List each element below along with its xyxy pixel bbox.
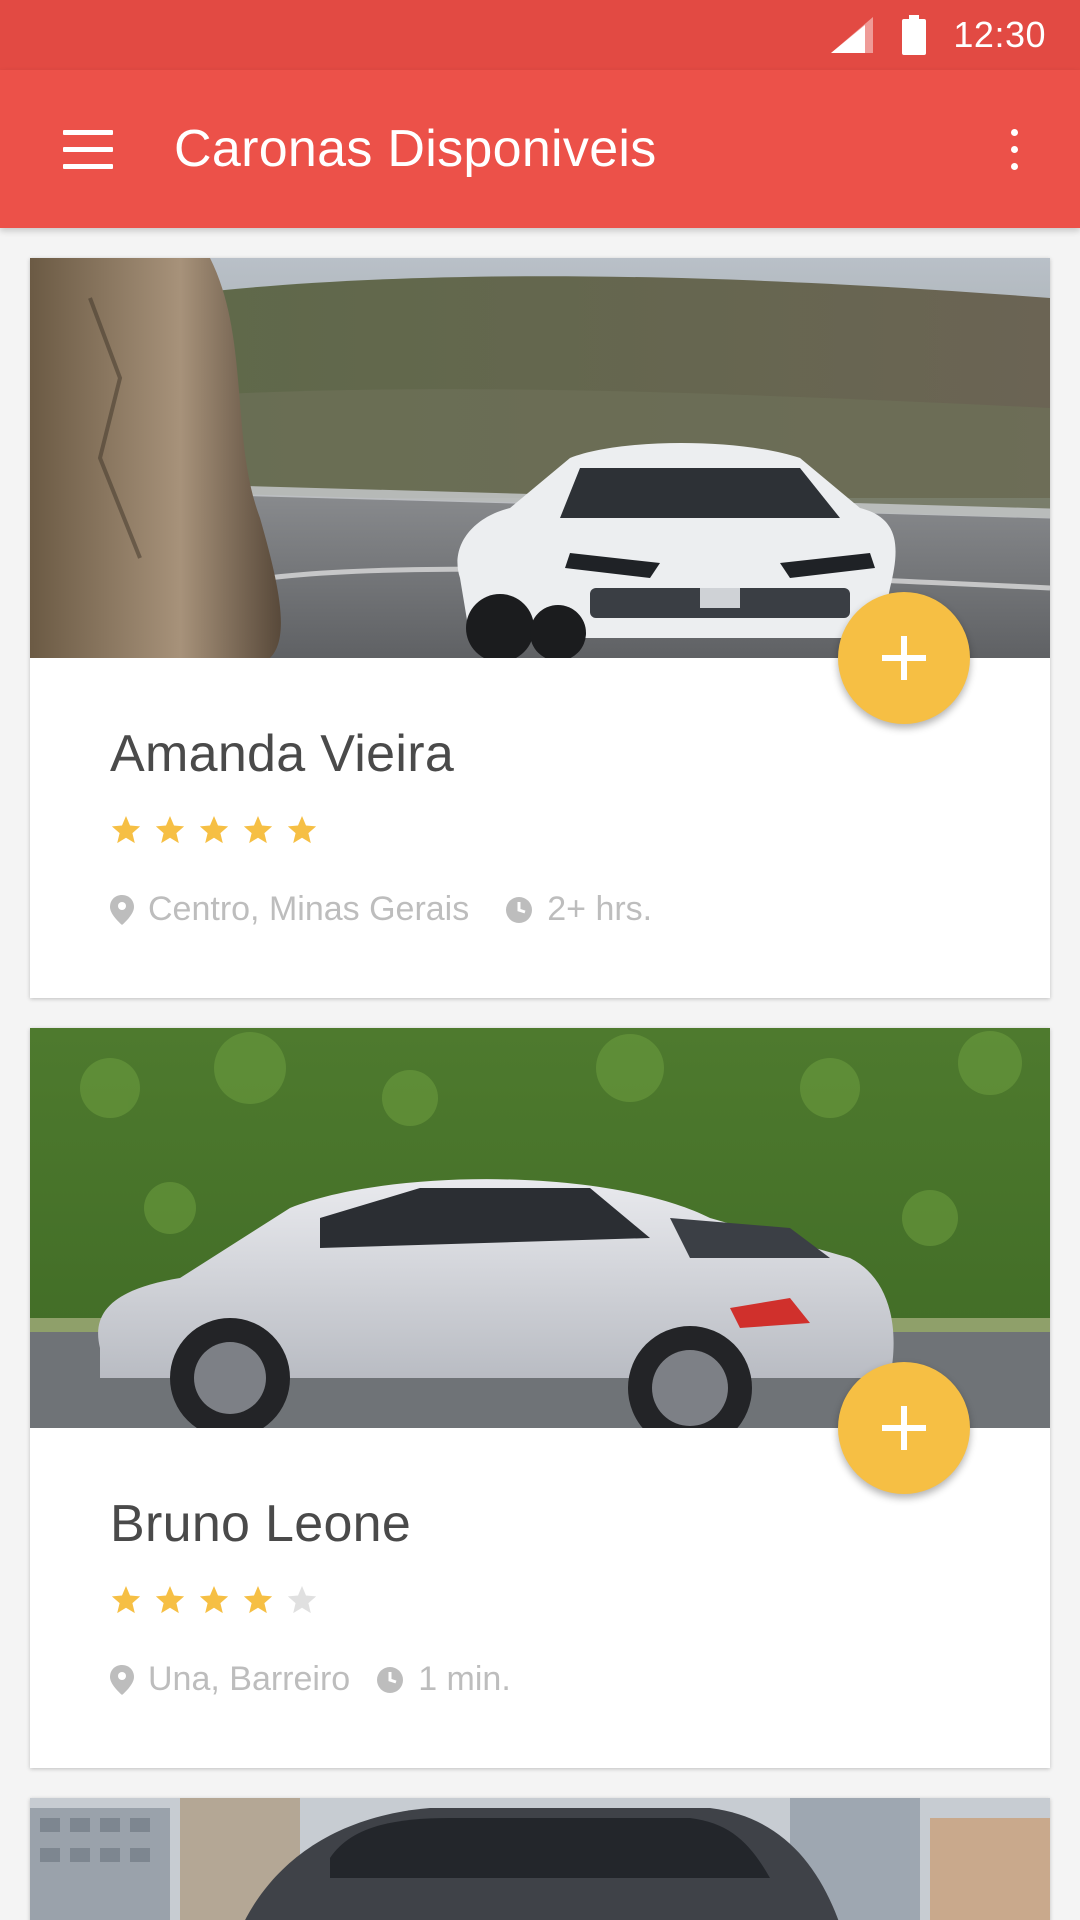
clock-icon (376, 1666, 404, 1694)
star-filled-icon (287, 816, 317, 844)
add-ride-button[interactable] (838, 592, 970, 724)
star-empty-icon (287, 1586, 317, 1614)
star-filled-icon (243, 816, 273, 844)
star-filled-icon (111, 816, 141, 844)
add-icon (882, 1406, 926, 1450)
status-time: 12:30 (953, 14, 1046, 55)
rating-stars (110, 1584, 330, 1616)
ride-card[interactable]: Amanda Vieira Centro, Minas Gerais 2+ hr… (30, 258, 1050, 998)
menu-icon[interactable] (44, 105, 132, 193)
star-filled-icon (199, 1586, 229, 1614)
star-filled-icon (111, 1586, 141, 1614)
add-icon (882, 636, 926, 680)
status-bar: 12:30 (0, 0, 1080, 70)
car-photo (30, 1798, 1050, 1920)
location-pin-icon (110, 1664, 134, 1695)
ride-card[interactable]: Bruno Leone Una, Barreiro 1 min. (30, 1028, 1050, 1768)
star-filled-icon (199, 816, 229, 844)
signal-icon (829, 15, 875, 55)
ride-location: Una, Barreiro (148, 1660, 351, 1698)
more-vert-icon[interactable] (984, 105, 1044, 193)
star-filled-icon (155, 816, 185, 844)
driver-name: Bruno Leone (110, 1495, 412, 1553)
rating-stars (110, 814, 330, 846)
add-ride-button[interactable] (838, 1362, 970, 1494)
star-filled-icon (155, 1586, 185, 1614)
ride-meta: Centro, Minas Gerais 2+ hrs. (110, 890, 652, 929)
app-bar: Caronas Disponiveis (0, 70, 1080, 228)
ride-card[interactable] (30, 1798, 1050, 1920)
page-title: Caronas Disponiveis (174, 120, 657, 178)
star-filled-icon (243, 1586, 273, 1614)
ride-time: 1 min. (418, 1660, 511, 1698)
ride-time: 2+ hrs. (547, 890, 653, 928)
ride-meta: Una, Barreiro 1 min. (110, 1660, 511, 1699)
clock-icon (505, 896, 533, 924)
ride-location: Centro, Minas Gerais (148, 890, 470, 928)
location-pin-icon (110, 894, 134, 925)
driver-name: Amanda Vieira (110, 725, 455, 783)
battery-icon (901, 15, 927, 55)
